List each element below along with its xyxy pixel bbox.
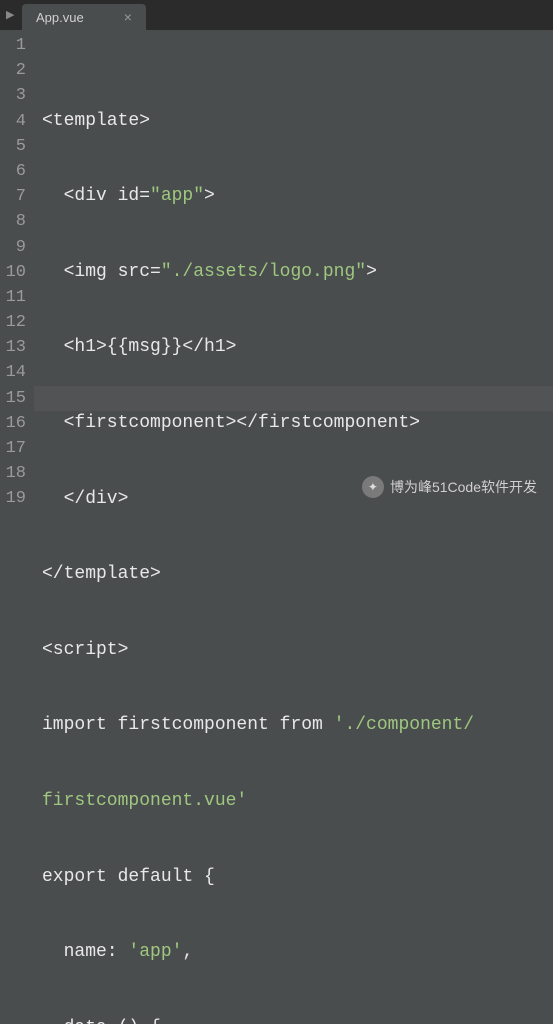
line-number: 16 bbox=[0, 411, 26, 436]
line-number: 14 bbox=[0, 360, 26, 385]
line-number: 1 bbox=[0, 33, 26, 58]
code-line: name: 'app', bbox=[42, 940, 553, 965]
line-number: 6 bbox=[0, 159, 26, 184]
code-line: <firstcomponent></firstcomponent> bbox=[42, 411, 553, 436]
wechat-icon: ✦ bbox=[362, 476, 384, 498]
watermark: ✦ 博为峰51Code软件开发 bbox=[362, 476, 537, 498]
line-number: 18 bbox=[0, 461, 26, 486]
code-line: <h1>{{msg}}</h1> bbox=[42, 335, 553, 360]
line-number: 11 bbox=[0, 285, 26, 310]
line-number: 12 bbox=[0, 310, 26, 335]
code-line: firstcomponent.vue' bbox=[42, 789, 553, 814]
tab-bar: ▶ App.vue × bbox=[0, 0, 553, 30]
line-number: 4 bbox=[0, 109, 26, 134]
watermark-text: 博为峰51Code软件开发 bbox=[390, 477, 537, 497]
code-editor[interactable]: 1 2 3 4 5 6 7 8 9 10 11 12 13 14 15 16 1… bbox=[0, 30, 553, 512]
line-number: 8 bbox=[0, 209, 26, 234]
line-number: 9 bbox=[0, 235, 26, 260]
line-number: 2 bbox=[0, 58, 26, 83]
close-icon[interactable]: × bbox=[124, 9, 132, 25]
line-number: 15 bbox=[0, 386, 26, 411]
code-line: data () { bbox=[42, 1016, 553, 1024]
code-line: </template> bbox=[42, 562, 553, 587]
line-number: 10 bbox=[0, 260, 26, 285]
code-line: <div id="app"> bbox=[42, 184, 553, 209]
code-line: <script> bbox=[42, 638, 553, 663]
code-line: <template> bbox=[42, 109, 553, 134]
code-line: import firstcomponent from './component/ bbox=[42, 713, 553, 738]
tab-filename: App.vue bbox=[36, 10, 84, 25]
line-number: 5 bbox=[0, 134, 26, 159]
line-number: 19 bbox=[0, 486, 26, 511]
line-number: 7 bbox=[0, 184, 26, 209]
code-area[interactable]: <template> <div id="app"> <img src="./as… bbox=[34, 30, 553, 512]
line-number: 13 bbox=[0, 335, 26, 360]
line-number: 3 bbox=[0, 83, 26, 108]
active-line-highlight bbox=[34, 386, 553, 411]
file-tab[interactable]: App.vue × bbox=[22, 4, 146, 30]
code-line: <img src="./assets/logo.png"> bbox=[42, 260, 553, 285]
line-number: 17 bbox=[0, 436, 26, 461]
code-line: export default { bbox=[42, 865, 553, 890]
line-gutter: 1 2 3 4 5 6 7 8 9 10 11 12 13 14 15 16 1… bbox=[0, 30, 34, 512]
play-icon: ▶ bbox=[6, 8, 14, 22]
